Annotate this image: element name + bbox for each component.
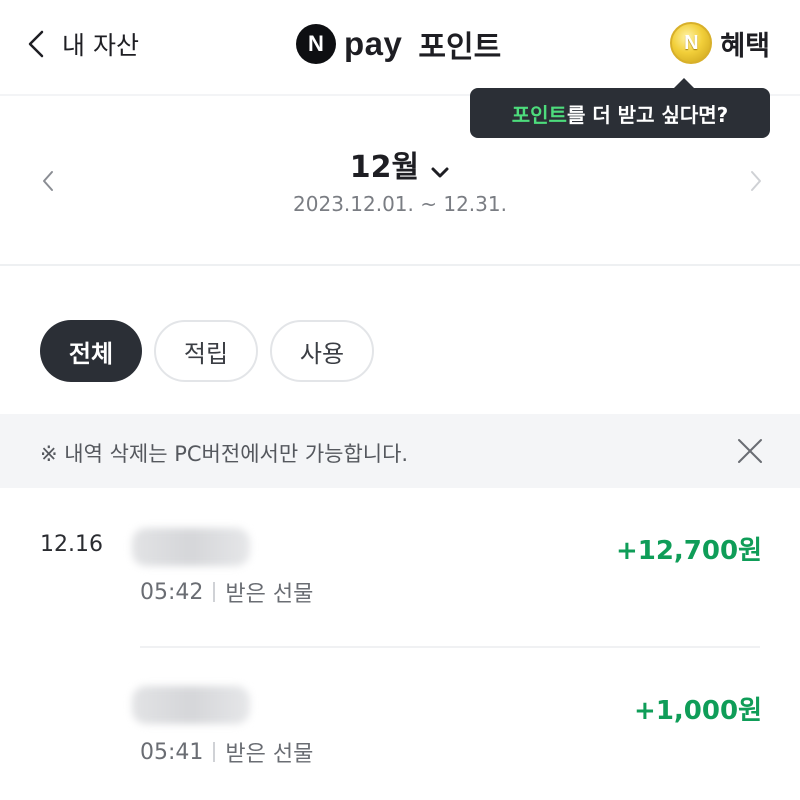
brand-title: 포인트 xyxy=(418,30,502,65)
filter-all-chip[interactable]: 전체 xyxy=(40,320,142,382)
tx-name-redacted xyxy=(132,528,250,566)
tx-name-redacted xyxy=(132,686,250,724)
brand-pay-text: pay xyxy=(344,25,403,62)
tooltip-text: 를 더 받고 싶다면? xyxy=(566,102,729,127)
benefit-button[interactable]: N 혜택 xyxy=(670,22,770,64)
tooltip-highlight: 포인트 xyxy=(511,102,567,127)
chevron-left-icon xyxy=(28,30,44,58)
section-divider xyxy=(0,264,800,266)
benefit-label: 혜택 xyxy=(720,30,770,62)
month-label: 12월 xyxy=(349,150,420,185)
tx-time: 05:42 xyxy=(140,579,204,605)
coin-icon: N xyxy=(670,22,713,64)
tx-detail: 05:42 받은 선물 xyxy=(140,576,313,608)
tx-time: 05:41 xyxy=(140,739,204,765)
chevron-down-icon xyxy=(431,167,449,177)
filter-chips: 전체 적립 사용 xyxy=(40,320,386,382)
notice-text: ※ 내역 삭제는 PC버전에서만 가능합니다. xyxy=(40,442,409,466)
tx-separator xyxy=(213,742,216,762)
tx-date: 12.16 xyxy=(40,532,103,557)
npay-logo-icon: N xyxy=(296,24,336,64)
filter-use-chip[interactable]: 사용 xyxy=(270,320,374,382)
notice-banner: ※ 내역 삭제는 PC버전에서만 가능합니다. xyxy=(0,414,800,488)
month-selector[interactable]: 12월 xyxy=(0,142,800,186)
tx-separator xyxy=(213,582,216,602)
back-label: 내 자산 xyxy=(62,31,139,60)
next-month-icon[interactable] xyxy=(744,166,768,196)
tx-detail: 05:41 받은 선물 xyxy=(140,736,313,768)
tx-amount: +1,000원 xyxy=(634,696,762,726)
row-divider xyxy=(140,646,760,648)
tx-type: 받은 선물 xyxy=(225,742,314,767)
points-tooltip[interactable]: 포인트 를 더 받고 싶다면? xyxy=(470,78,770,138)
tx-amount: +12,700원 xyxy=(615,536,762,566)
tx-type: 받은 선물 xyxy=(225,582,314,607)
page-title: N pay 포인트 xyxy=(296,22,501,66)
filter-earn-chip[interactable]: 적립 xyxy=(154,320,258,382)
close-icon[interactable] xyxy=(736,437,764,465)
back-button[interactable]: 내 자산 xyxy=(26,24,139,64)
period-range: 2023.12.01. ~ 12.31. xyxy=(293,192,507,216)
